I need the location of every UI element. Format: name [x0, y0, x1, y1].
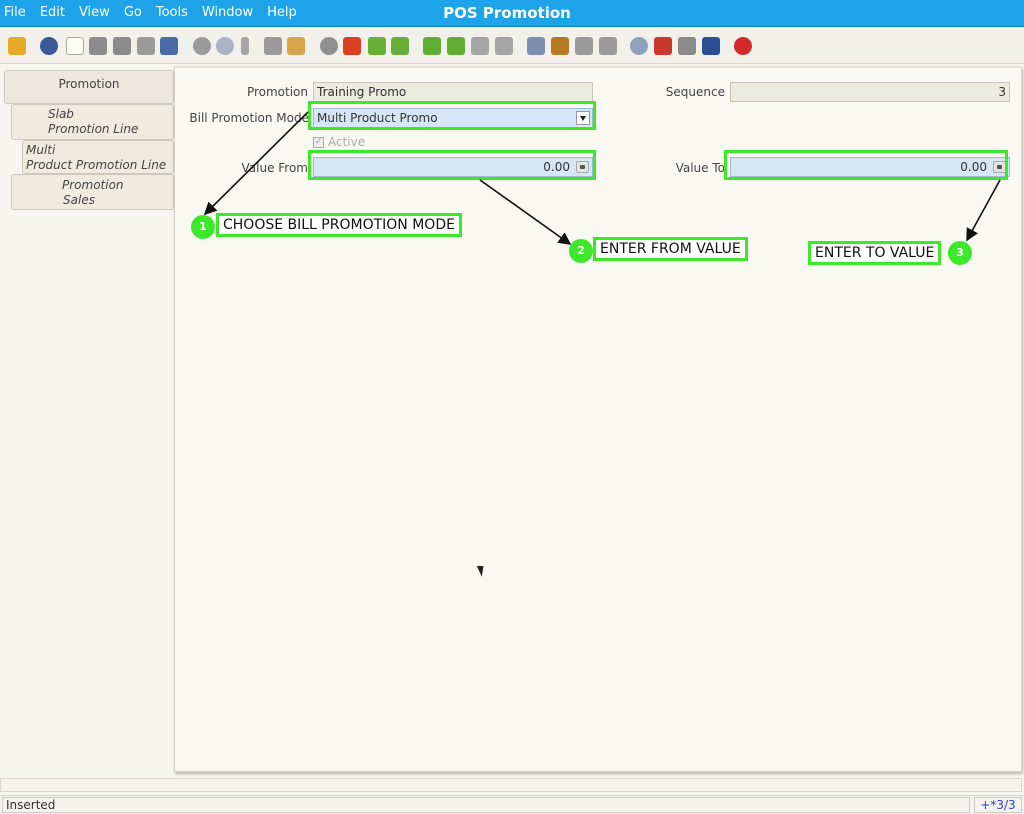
tab-panel: Promotion Slab Promotion Line Multi Prod… [0, 66, 176, 772]
tab-slab-label-2: Promotion Line [48, 122, 139, 136]
promotion-label: Promotion [246, 85, 308, 99]
attachment-icon[interactable] [241, 37, 249, 55]
close-window-icon[interactable] [734, 37, 752, 55]
copy-record-icon[interactable] [89, 37, 107, 55]
callout-step-2: ENTER FROM VALUE [593, 237, 748, 261]
title-bar: File Edit View Go Tools Window Help POS … [0, 0, 1024, 27]
sequence-field[interactable]: 3 [730, 82, 1010, 102]
delete-icon[interactable] [113, 37, 131, 55]
tab-promotion-label: Promotion [58, 77, 120, 91]
menu-file[interactable]: File [4, 5, 26, 20]
tab-promotion[interactable]: Promotion [4, 70, 174, 104]
find-icon[interactable] [216, 37, 234, 55]
menu-window[interactable]: Window [202, 5, 253, 20]
horizontal-scrollbar[interactable] [0, 778, 1022, 792]
last-record-icon[interactable] [495, 37, 513, 55]
callout-step-1: CHOOSE BILL PROMOTION MODE [216, 213, 462, 237]
menu-tools[interactable]: Tools [156, 5, 188, 20]
active-checkbox[interactable]: ✓ [313, 137, 324, 148]
tab-multi-product-promotion-line[interactable]: Multi Product Promotion Line [22, 140, 174, 174]
previous-record-icon[interactable] [447, 37, 465, 55]
print-preview-icon[interactable] [575, 37, 593, 55]
status-bar: Inserted +*3/3 [0, 795, 1024, 814]
value-to-label: Value To [675, 161, 725, 175]
menu-go[interactable]: Go [124, 5, 142, 20]
zoom-across-icon[interactable] [630, 37, 648, 55]
value-from-label: Value From [241, 161, 309, 175]
menu-view[interactable]: View [79, 5, 110, 20]
highlight-bill-promotion-mode [308, 101, 596, 130]
save-icon[interactable] [160, 37, 178, 55]
refresh-icon[interactable] [193, 37, 211, 55]
highlight-value-from [308, 150, 596, 180]
help-icon[interactable] [40, 37, 58, 55]
delete-selection-icon[interactable] [137, 37, 155, 55]
workflow-icon[interactable] [654, 37, 672, 55]
active-label: Active [328, 135, 366, 149]
forward-icon[interactable] [391, 37, 409, 55]
history-icon[interactable] [320, 37, 338, 55]
product-info-icon[interactable] [702, 37, 720, 55]
chat-icon[interactable] [264, 37, 282, 55]
highlight-value-to [724, 150, 1008, 180]
tab-slab-promotion-line[interactable]: Slab Promotion Line [11, 104, 174, 140]
grid-toggle-icon[interactable] [287, 37, 305, 55]
step-badge-2: 2 [569, 239, 593, 263]
first-record-icon[interactable] [423, 37, 441, 55]
tab-promotion-sales[interactable]: Promotion Sales [11, 174, 174, 210]
menu-help[interactable]: Help [267, 5, 297, 20]
callout-step-3: ENTER TO VALUE [808, 241, 942, 265]
tab-multi-label-1: Multi [26, 143, 56, 157]
back-icon[interactable] [368, 37, 386, 55]
toolbar [0, 28, 1024, 64]
status-message: Inserted [2, 797, 970, 813]
menu-bar: File Edit View Go Tools Window Help [4, 5, 311, 20]
menu-edit[interactable]: Edit [40, 5, 65, 20]
step-badge-1: 1 [191, 215, 215, 239]
step-badge-3: 3 [948, 241, 972, 265]
undo-icon[interactable] [8, 37, 26, 55]
tab-slab-label-1: Slab [48, 107, 74, 121]
tab-sales-label-1: Promotion [62, 178, 124, 192]
report-icon[interactable] [527, 37, 545, 55]
promotion-field[interactable]: Training Promo [313, 82, 593, 102]
sequence-label: Sequence [665, 85, 725, 99]
record-counter[interactable]: +*3/3 [974, 797, 1022, 813]
request-icon[interactable] [678, 37, 696, 55]
tab-multi-label-2: Product Promotion Line [26, 158, 167, 172]
archive-icon[interactable] [551, 37, 569, 55]
bill-promotion-mode-label: Bill Promotion Mode [189, 111, 309, 125]
new-record-icon[interactable] [66, 37, 84, 55]
print-icon[interactable] [599, 37, 617, 55]
next-record-icon[interactable] [471, 37, 489, 55]
home-icon[interactable] [343, 37, 361, 55]
tab-sales-label-2: Sales [63, 193, 95, 207]
